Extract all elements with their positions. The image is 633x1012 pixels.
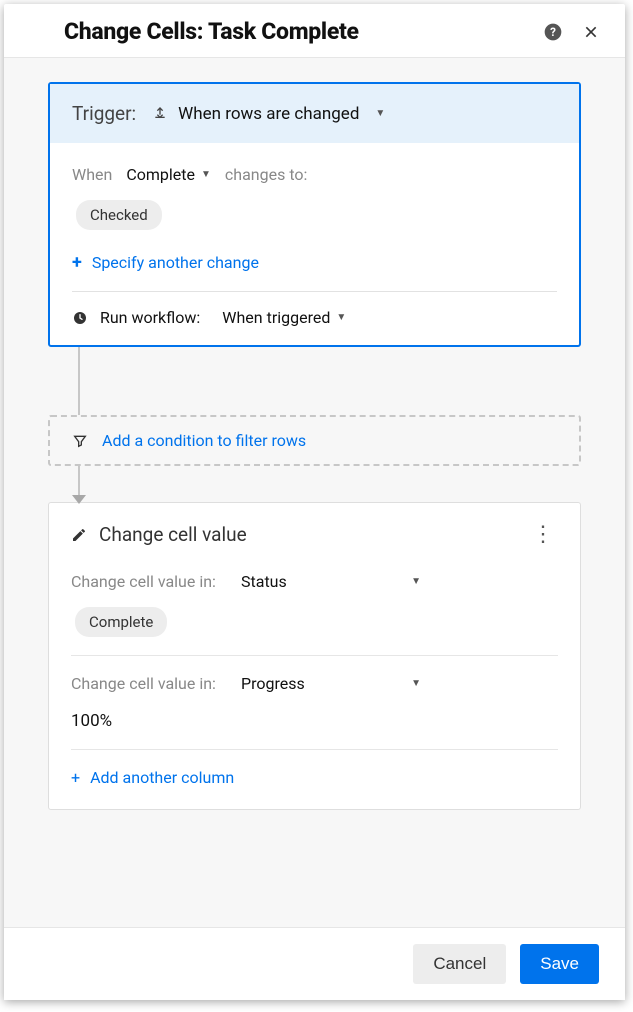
run-label: Run workflow: — [100, 308, 200, 327]
trigger-when-row: When Complete ▼ changes to: — [72, 165, 557, 184]
changes-to-label: changes to: — [225, 165, 308, 184]
plus-icon: + — [71, 768, 80, 787]
field-label: Change cell value in: — [71, 572, 241, 591]
action-column-select[interactable]: Progress ▼ — [241, 674, 421, 693]
trigger-type-select[interactable]: When rows are changed ▼ — [152, 104, 385, 124]
action-value-pill[interactable]: Complete — [75, 607, 167, 637]
pencil-icon — [71, 527, 87, 543]
trigger-header: Trigger: When rows are changed ▼ — [50, 84, 579, 143]
connector — [48, 466, 581, 502]
add-column-text: Add another column — [90, 768, 234, 787]
cancel-button[interactable]: Cancel — [413, 944, 506, 984]
svg-text:?: ? — [550, 25, 556, 39]
filter-icon — [72, 433, 88, 449]
action-column-text: Status — [241, 572, 287, 591]
action-title: Change cell value — [99, 523, 520, 546]
specify-another-change-link[interactable]: + Specify another change — [72, 252, 557, 273]
field-label: Change cell value in: — [71, 674, 241, 693]
trigger-column-select[interactable]: Complete ▼ — [126, 165, 211, 184]
plus-icon: + — [72, 252, 82, 273]
trigger-label: Trigger: — [72, 102, 136, 125]
save-button[interactable]: Save — [520, 944, 599, 984]
trigger-type-text: When rows are changed — [178, 104, 359, 124]
run-value-text: When triggered — [222, 308, 330, 327]
caret-icon: ▼ — [411, 576, 421, 587]
clock-icon — [72, 310, 88, 326]
action-field-group: Change cell value in: Status ▼ Complete — [71, 572, 558, 656]
modal-footer: Cancel Save — [4, 927, 625, 1000]
help-icon[interactable]: ? — [543, 22, 563, 42]
trigger-column-text: Complete — [126, 165, 195, 184]
modal-body: Trigger: When rows are changed ▼ When Co… — [4, 58, 625, 927]
add-condition-box[interactable]: Add a condition to filter rows — [48, 415, 581, 466]
workflow-modal: Change Cells: Task Complete ? Trigger: W… — [4, 4, 625, 1000]
close-icon[interactable] — [581, 22, 601, 42]
modal-header: Change Cells: Task Complete ? — [4, 4, 625, 58]
action-field-group: Change cell value in: Progress ▼ 100% — [71, 674, 558, 750]
divider — [72, 291, 557, 292]
action-value-text[interactable]: 100% — [71, 711, 558, 731]
add-another-column-link[interactable]: + Add another column — [71, 768, 558, 787]
run-workflow-row: Run workflow: When triggered ▼ — [72, 308, 557, 327]
trigger-value-pill[interactable]: Checked — [76, 200, 162, 230]
run-schedule-select[interactable]: When triggered ▼ — [222, 308, 346, 327]
caret-icon: ▼ — [411, 678, 421, 689]
specify-link-text: Specify another change — [92, 253, 259, 272]
action-header: Change cell value ⋮ — [49, 503, 580, 572]
caret-icon: ▼ — [201, 169, 211, 180]
modal-title: Change Cells: Task Complete — [64, 18, 543, 45]
action-column-select[interactable]: Status ▼ — [241, 572, 421, 591]
add-condition-text: Add a condition to filter rows — [102, 431, 306, 450]
caret-icon: ▼ — [336, 312, 346, 323]
action-column-text: Progress — [241, 674, 305, 693]
when-label: When — [72, 165, 112, 184]
trigger-card[interactable]: Trigger: When rows are changed ▼ When Co… — [48, 82, 581, 347]
action-menu-button[interactable]: ⋮ — [532, 530, 558, 540]
connector — [48, 347, 581, 415]
action-card: Change cell value ⋮ Change cell value in… — [48, 502, 581, 810]
caret-icon: ▼ — [375, 108, 385, 119]
